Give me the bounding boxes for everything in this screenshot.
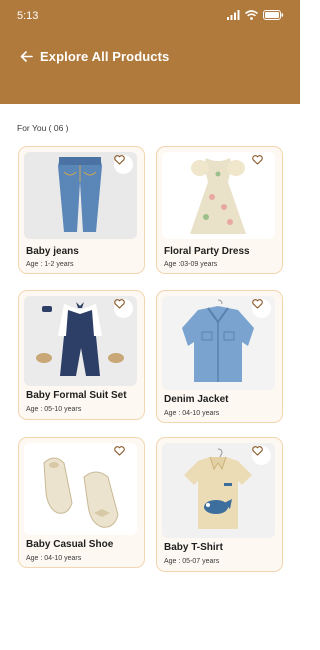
product-age: Age :03-09 years xyxy=(164,261,218,268)
status-icons xyxy=(227,10,284,20)
product-name: Baby Formal Suit Set xyxy=(26,390,127,401)
product-age: Age : 04-10 years xyxy=(164,410,220,417)
product-card[interactable]: Baby Formal Suit Set Age : 05-10 years xyxy=(18,290,145,420)
product-name: Baby jeans xyxy=(26,246,79,257)
status-bar: 5:13 xyxy=(0,0,300,34)
signal-icon xyxy=(227,10,240,20)
title-bar: Explore All Products xyxy=(18,48,169,64)
back-button[interactable] xyxy=(18,48,34,64)
favorite-button[interactable] xyxy=(114,299,133,318)
product-image xyxy=(162,296,275,390)
product-image xyxy=(162,152,275,239)
heart-icon xyxy=(114,155,125,165)
heart-icon xyxy=(252,446,263,456)
heart-icon xyxy=(114,446,125,456)
heart-icon xyxy=(252,299,263,309)
product-age: Age : 1-2 years xyxy=(26,261,74,268)
product-name: Baby T-Shirt xyxy=(164,542,223,553)
app-header: 5:13 Explore All Products xyxy=(0,0,300,104)
product-age: Age : 05-07 years xyxy=(164,558,220,565)
section-label: For You ( 06 ) xyxy=(17,123,69,133)
heart-icon xyxy=(114,299,125,309)
product-card[interactable]: Baby Casual Shoe Age : 04-10 years xyxy=(18,437,145,568)
favorite-button[interactable] xyxy=(252,446,271,465)
arrow-left-icon xyxy=(20,50,33,62)
product-image xyxy=(162,443,275,538)
wifi-icon xyxy=(245,10,258,20)
page-title: Explore All Products xyxy=(40,48,170,64)
product-image xyxy=(24,443,137,535)
product-card[interactable]: Denim Jacket Age : 04-10 years xyxy=(156,290,283,423)
heart-icon xyxy=(252,155,263,165)
product-name: Floral Party Dress xyxy=(164,246,250,257)
product-card[interactable]: Floral Party Dress Age :03-09 years xyxy=(156,146,283,274)
product-age: Age : 05-10 years xyxy=(26,406,82,413)
product-image xyxy=(24,296,137,386)
favorite-button[interactable] xyxy=(252,299,271,318)
product-name: Denim Jacket xyxy=(164,394,229,405)
favorite-button[interactable] xyxy=(252,155,271,174)
favorite-button[interactable] xyxy=(114,446,133,465)
battery-icon xyxy=(263,10,284,20)
product-name: Baby Casual Shoe xyxy=(26,539,114,550)
favorite-button[interactable] xyxy=(114,155,133,174)
product-card[interactable]: Baby jeans Age : 1-2 years xyxy=(18,146,145,274)
product-image xyxy=(24,152,137,239)
product-card[interactable]: Baby T-Shirt Age : 05-07 years xyxy=(156,437,283,572)
status-time: 5:13 xyxy=(17,10,39,22)
product-age: Age : 04-10 years xyxy=(26,555,82,562)
